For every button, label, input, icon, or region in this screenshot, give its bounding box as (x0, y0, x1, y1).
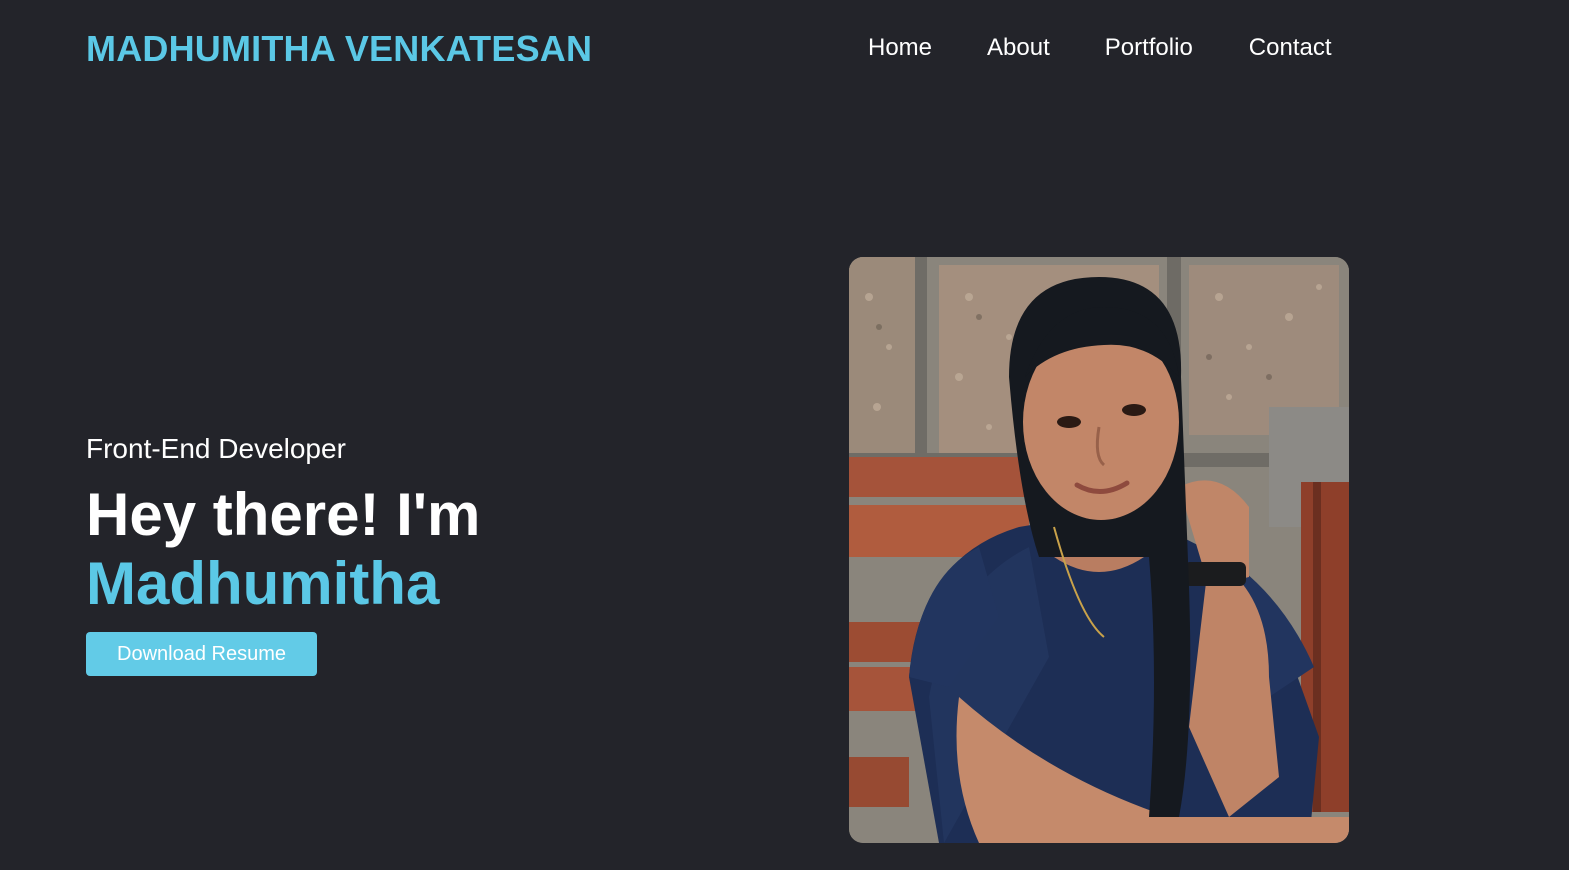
nav-home-link[interactable]: Home (868, 34, 932, 62)
site-brand[interactable]: MADHUMITHA VENKATESAN (86, 28, 592, 70)
download-resume-button[interactable]: Download Resume (86, 632, 317, 676)
hero-name: Madhumitha (86, 550, 440, 617)
profile-photo (849, 257, 1349, 843)
main-nav: Home About Portfolio Contact (868, 34, 1332, 62)
nav-about-link[interactable]: About (987, 34, 1050, 62)
nav-contact-link[interactable]: Contact (1249, 34, 1332, 62)
profile-photo-illustration (849, 257, 1349, 843)
nav-portfolio-link[interactable]: Portfolio (1105, 34, 1193, 62)
hero-role: Front-End Developer (86, 433, 346, 464)
hero-greeting: Hey there! I'm (86, 481, 481, 548)
page: MADHUMITHA VENKATESAN Home About Portfol… (0, 0, 1569, 870)
